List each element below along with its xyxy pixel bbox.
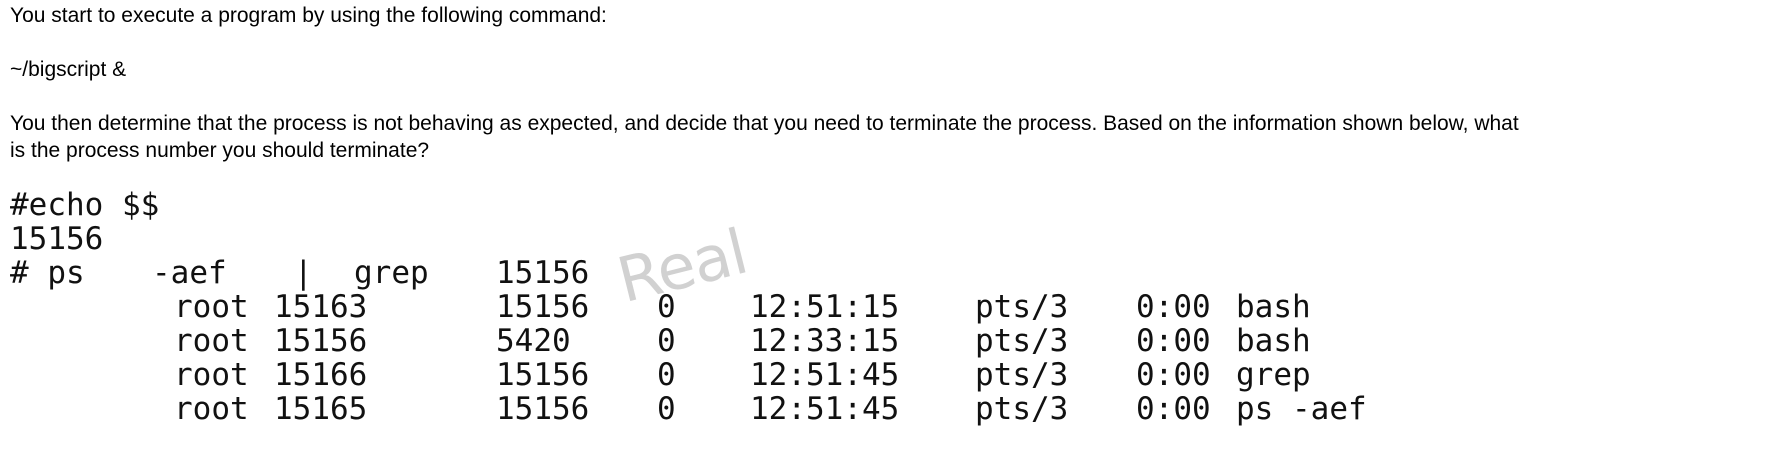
echo-output: 15156 bbox=[10, 221, 104, 257]
ps-prompt: # ps bbox=[10, 255, 85, 291]
ps-tty-cell: pts/3 bbox=[975, 391, 1069, 427]
ps-ppid-cell: 15156 bbox=[496, 289, 590, 325]
watermark: Real bbox=[610, 214, 754, 317]
ps-pid-cell: 15163 bbox=[274, 289, 368, 325]
ps-user-cell: root bbox=[174, 357, 249, 393]
command-text: ~/bigscript & bbox=[10, 58, 127, 81]
ps-grep: grep bbox=[354, 255, 429, 291]
ps-cpu-cell: 0:00 bbox=[1136, 289, 1211, 325]
ps-pid-cell: 15156 bbox=[274, 323, 368, 359]
ps-c-cell: 0 bbox=[657, 323, 676, 359]
ps-tty-cell: pts/3 bbox=[975, 323, 1069, 359]
ps-time-cell: 12:51:45 bbox=[750, 357, 900, 393]
echo-command: #echo $$ bbox=[10, 187, 160, 223]
ps-cmd-cell: bash bbox=[1236, 323, 1311, 359]
ps-c-cell: 0 bbox=[657, 391, 676, 427]
ps-c-cell: 0 bbox=[657, 289, 676, 325]
ps-flags: -aef bbox=[152, 255, 227, 291]
ps-ppid-cell: 15156 bbox=[496, 391, 590, 427]
question-body-line-1: You then determine that the process is n… bbox=[10, 112, 1519, 135]
ps-ppid-cell: 5420 bbox=[496, 323, 571, 359]
ps-cpu-cell: 0:00 bbox=[1136, 323, 1211, 359]
ps-pid-cell: 15166 bbox=[274, 357, 368, 393]
ps-cmd-cell: ps -aef bbox=[1236, 391, 1367, 427]
ps-cmd-cell: grep bbox=[1236, 357, 1311, 393]
ps-user-cell: root bbox=[174, 391, 249, 427]
ps-time-cell: 12:33:15 bbox=[750, 323, 900, 359]
ps-cpu-cell: 0:00 bbox=[1136, 391, 1211, 427]
ps-tty-cell: pts/3 bbox=[975, 289, 1069, 325]
ps-pipe: | bbox=[294, 255, 313, 291]
ps-tty-cell: pts/3 bbox=[975, 357, 1069, 393]
ps-cpu-cell: 0:00 bbox=[1136, 357, 1211, 393]
question-intro: You start to execute a program by using … bbox=[10, 4, 607, 27]
ps-time-cell: 12:51:45 bbox=[750, 391, 900, 427]
ps-user-cell: root bbox=[174, 323, 249, 359]
question-body-line-2: is the process number you should termina… bbox=[10, 139, 430, 162]
ps-ppid-cell: 15156 bbox=[496, 357, 590, 393]
ps-pid-cell: 15165 bbox=[274, 391, 368, 427]
ps-user-cell: root bbox=[174, 289, 249, 325]
ps-time-cell: 12:51:15 bbox=[750, 289, 900, 325]
ps-grep-arg: 15156 bbox=[496, 255, 590, 291]
ps-cmd-cell: bash bbox=[1236, 289, 1311, 325]
ps-c-cell: 0 bbox=[657, 357, 676, 393]
